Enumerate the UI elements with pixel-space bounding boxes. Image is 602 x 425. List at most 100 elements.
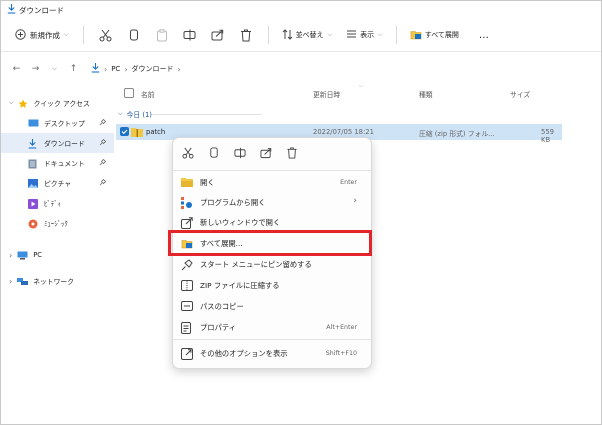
menu-item-open[interactable]: 開く Enter xyxy=(173,173,371,193)
column-size[interactable]: サイズ xyxy=(510,89,530,99)
open-with-icon xyxy=(181,197,193,209)
menu-divider xyxy=(173,170,371,171)
desktop-icon xyxy=(28,119,39,128)
highlight-box xyxy=(168,230,372,256)
forward-button[interactable]: → xyxy=(28,62,43,77)
column-name[interactable]: 名前 xyxy=(141,89,155,99)
pin-icon xyxy=(99,158,107,168)
cut-button[interactable] xyxy=(97,26,115,44)
up-button[interactable]: ↑ xyxy=(66,62,81,77)
chevron-down-icon: ⌵ xyxy=(378,31,383,38)
document-icon xyxy=(28,159,39,168)
column-type[interactable]: 種類 xyxy=(419,89,433,99)
chevron-right-icon: › xyxy=(124,64,128,74)
chevron-right-icon: › xyxy=(353,196,357,206)
pin-icon xyxy=(99,178,107,188)
sidebar-item-pictures[interactable]: ピクチャ xyxy=(1,173,114,193)
new-window-icon xyxy=(181,217,193,229)
command-bar: 新規作成 ⌵ 並べ替え ⌵ 表示 ⌵ すべて展開 … xyxy=(1,19,601,52)
sidebar-item-label: ネットワーク xyxy=(33,278,74,286)
chevron-down-icon: ⌵ xyxy=(9,99,14,106)
menu-item-shortcut: Alt+Enter xyxy=(326,324,357,331)
more-options-icon xyxy=(181,348,193,360)
back-button[interactable]: ← xyxy=(9,62,24,77)
new-label: 新規作成 xyxy=(30,30,60,40)
sidebar-item-desktop[interactable]: デスクトップ xyxy=(1,113,114,133)
select-all-checkbox[interactable] xyxy=(124,88,134,98)
toolbar-divider xyxy=(82,26,84,44)
rename-button[interactable] xyxy=(181,26,199,44)
extract-all-label: すべて展開 xyxy=(424,31,459,39)
chevron-right-icon: › xyxy=(9,276,13,286)
menu-item-shortcut: Enter xyxy=(340,179,357,186)
sidebar-item-pc[interactable]: › PC xyxy=(1,245,114,265)
share-button[interactable] xyxy=(209,26,227,44)
breadcrumb[interactable]: › PC › ダウンロード › xyxy=(91,63,185,75)
sort-button[interactable]: 並べ替え ⌵ xyxy=(277,24,338,46)
menu-item-label: プログラムから開く xyxy=(200,198,266,207)
sidebar-item-label: ﾐｭｰｼﾞｯｸ xyxy=(44,220,68,228)
new-button[interactable]: 新規作成 ⌵ xyxy=(9,24,75,46)
menu-item-label: パスのコピー xyxy=(200,302,244,311)
video-icon xyxy=(28,198,39,209)
window-title: ダウンロード xyxy=(19,5,64,15)
extract-all-button[interactable]: すべて展開 xyxy=(405,24,464,46)
sidebar-item-label: デスクトップ xyxy=(44,120,85,128)
group-header[interactable]: ⌵ 今日 (1) xyxy=(118,109,262,119)
check-icon xyxy=(121,129,128,135)
group-divider xyxy=(152,114,262,115)
menu-item-label: 開く xyxy=(200,178,215,187)
toolbar-divider xyxy=(267,26,269,44)
zip-icon xyxy=(181,280,193,292)
view-button[interactable]: 表示 ⌵ xyxy=(341,24,388,46)
chevron-down-icon: ⌵ xyxy=(118,110,123,117)
breadcrumb-downloads[interactable]: ダウンロード xyxy=(132,64,174,74)
menu-item-properties[interactable]: プロパティ Alt+Enter xyxy=(173,318,371,338)
cut-icon xyxy=(99,29,112,41)
more-button[interactable]: … xyxy=(474,24,494,46)
pin-icon xyxy=(99,138,107,148)
pin-icon xyxy=(181,259,193,271)
sidebar-item-label: ﾋﾞﾃﾞｨ xyxy=(44,200,61,208)
cut-icon[interactable] xyxy=(182,147,194,159)
delete-button[interactable] xyxy=(237,26,255,44)
pin-icon xyxy=(99,118,107,128)
sidebar-item-music[interactable]: ﾐｭｰｼﾞｯｸ xyxy=(1,213,114,233)
breadcrumb-pc[interactable]: PC xyxy=(111,65,120,73)
pc-icon xyxy=(17,251,28,260)
sidebar-item-downloads[interactable]: ダウンロード xyxy=(1,133,114,153)
menu-divider xyxy=(173,339,371,340)
column-date[interactable]: 更新日時 xyxy=(313,89,340,99)
paste-button[interactable] xyxy=(153,26,171,44)
sidebar-item-documents[interactable]: ドキュメント xyxy=(1,153,114,173)
sidebar-item-videos[interactable]: ﾋﾞﾃﾞｨ xyxy=(1,193,114,213)
properties-icon xyxy=(181,322,193,334)
view-label: 表示 xyxy=(360,31,375,39)
copy-button[interactable] xyxy=(125,26,143,44)
menu-item-more-options[interactable]: その他のオプションを表示 Shift+F10 xyxy=(173,344,371,364)
menu-item-open-with[interactable]: プログラムから開く › xyxy=(173,193,371,213)
rename-icon[interactable] xyxy=(234,147,246,159)
sidebar-item-quick-access[interactable]: ⌵ クイック アクセス xyxy=(1,93,114,113)
share-icon[interactable] xyxy=(260,147,272,159)
menu-item-pin-start[interactable]: スタート メニューにピン留めする xyxy=(173,255,371,275)
chevron-right-icon: › xyxy=(177,64,181,74)
delete-icon[interactable] xyxy=(286,147,298,159)
copy-icon[interactable] xyxy=(208,147,220,159)
row-checkbox[interactable] xyxy=(120,127,129,136)
share-icon xyxy=(211,29,224,41)
download-icon xyxy=(91,63,100,75)
recent-button[interactable]: ⌵ xyxy=(47,62,62,77)
file-name: patch xyxy=(146,128,166,136)
sidebar-item-network[interactable]: › ネットワーク xyxy=(1,271,114,291)
download-icon xyxy=(28,138,39,149)
menu-item-compress-zip[interactable]: ZIP ファイルに圧縮する xyxy=(173,276,371,296)
delete-icon xyxy=(240,29,251,41)
file-date: 2022/07/05 18:21 xyxy=(313,128,374,136)
sort-label: 並べ替え xyxy=(295,31,324,39)
sidebar-item-label: ドキュメント xyxy=(44,160,85,168)
chevron-down-icon: ⌵ xyxy=(64,31,69,38)
sidebar-item-label: クイック アクセス xyxy=(33,100,90,108)
title-bar: ダウンロード xyxy=(1,1,601,19)
menu-item-copy-path[interactable]: パスのコピー xyxy=(173,297,371,317)
